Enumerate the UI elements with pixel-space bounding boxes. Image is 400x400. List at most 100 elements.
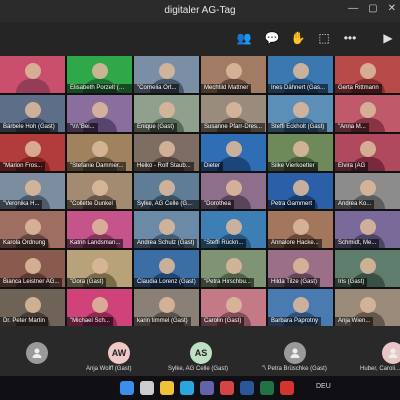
participant-name: Silke Vierkoetter xyxy=(268,161,318,171)
participant-name: "Marion Fros... xyxy=(0,161,46,171)
participant-tile[interactable]: "Collette Dunkel xyxy=(67,172,132,210)
participant-tile[interactable]: Petra Gammert xyxy=(268,172,333,210)
participant-tile[interactable]: Silke Vierkoetter xyxy=(268,133,333,171)
participant-face xyxy=(292,257,309,274)
participant-tile[interactable]: Katrin Landsman... xyxy=(67,211,132,249)
participant-tile[interactable]: Dieter xyxy=(201,133,266,171)
participant-name: "Anna M... xyxy=(335,122,369,132)
participant-face xyxy=(359,179,376,196)
participant-tile[interactable]: Carolin (Gast) xyxy=(201,289,266,326)
search-icon[interactable] xyxy=(140,381,154,395)
participant-tile[interactable]: Andrea Ko... xyxy=(335,172,400,210)
participant-name: "Stefanie Dammer... xyxy=(67,161,127,171)
person-icon xyxy=(284,342,306,364)
teams-icon[interactable] xyxy=(200,381,214,395)
participant-face xyxy=(292,296,309,313)
participant-face xyxy=(225,257,242,274)
start-icon[interactable] xyxy=(120,381,134,395)
participant-tile[interactable]: Karola Ordnung xyxy=(0,211,65,249)
participant-face xyxy=(24,141,41,158)
language-indicator[interactable]: DEU xyxy=(316,383,331,390)
participant-tile[interactable]: Susanne Pfarr-Dres... xyxy=(201,94,266,132)
participant-tile[interactable]: Claudia Lorenz (Gast) xyxy=(134,250,199,288)
bottom-participant-name: Anja Wolff (Gast) xyxy=(86,366,132,372)
participant-tile[interactable]: Sylke, AG Celle (Gast) xyxy=(134,172,199,210)
share-icon[interactable]: ⬚ xyxy=(314,28,334,48)
chat-icon[interactable]: 💬 xyxy=(262,28,282,48)
participant-tile[interactable]: Hilda Tilze (Gast) xyxy=(268,250,333,288)
participant-face xyxy=(359,63,376,80)
camera-icon[interactable]: ▶ xyxy=(378,28,398,48)
participant-bottom-row: AW Anja Wolff (Gast) AS Sylke, AG Celle (Ga… xyxy=(0,326,400,376)
participant-tile[interactable]: "\\\\"Bei... xyxy=(67,94,132,132)
participant-tile[interactable]: Elvira (AG xyxy=(335,133,400,171)
reactions-icon[interactable]: ✋ xyxy=(288,28,308,48)
participant-tile[interactable]: Barbara Paprotny xyxy=(268,289,333,326)
participant-name: Andrea Schulz (Gast) xyxy=(134,239,198,249)
participant-tile[interactable]: "Cornelia Ort... xyxy=(134,56,199,93)
participant-face xyxy=(24,179,41,196)
minimize-button[interactable]: — xyxy=(348,3,358,14)
bottom-participant[interactable]: "\ Petra Brüschke (Gast) xyxy=(262,330,327,374)
participant-name: Ines Dähnert (Gas... xyxy=(268,83,329,93)
participant-tile[interactable]: Schmidt, Me... xyxy=(335,211,400,249)
participant-tile[interactable]: Dr. Peter Martin xyxy=(0,289,65,326)
participant-tile[interactable]: "Michael Sch... xyxy=(67,289,132,326)
participant-name: "Veronika H... xyxy=(0,200,43,210)
participant-name: Susanne Pfarr-Dres... xyxy=(201,122,266,132)
participant-tile[interactable]: Anja Wien... xyxy=(335,289,400,326)
participant-tile[interactable]: Iris (Gast) xyxy=(335,250,400,288)
word-icon[interactable] xyxy=(240,381,254,395)
participant-tile[interactable]: Elisabeth Porzelt (Gast) xyxy=(67,56,132,93)
bottom-participant[interactable]: AW Anja Wolff (Gast) xyxy=(86,330,150,374)
participant-tile[interactable]: "Anna M... xyxy=(335,94,400,132)
participant-tile[interactable]: "Veronika H... xyxy=(0,172,65,210)
more-icon[interactable]: ••• xyxy=(340,28,360,48)
participant-face xyxy=(292,218,309,235)
participant-face xyxy=(158,296,175,313)
participant-name: Barbara Paprotny xyxy=(268,317,322,326)
participant-tile[interactable]: Andrea Schulz (Gast) xyxy=(134,211,199,249)
participant-name: "Petra Hirschbu... xyxy=(201,278,254,288)
participant-tile[interactable] xyxy=(0,56,65,93)
participant-tile[interactable]: Ines Dähnert (Gas... xyxy=(268,56,333,93)
person-icon xyxy=(382,342,400,364)
participant-tile[interactable]: Bärbele Hoh (Gast) xyxy=(0,94,65,132)
participant-tile[interactable]: Bianca Leistner AG... xyxy=(0,250,65,288)
participant-tile[interactable]: Enique (Gast) xyxy=(134,94,199,132)
participant-face xyxy=(158,102,175,119)
participant-face xyxy=(158,179,175,196)
participant-tile[interactable]: Steffi Eckholt (Gast) xyxy=(268,94,333,132)
people-icon[interactable]: 👥 xyxy=(234,28,254,48)
participant-tile[interactable]: "Petra Hirschbu... xyxy=(201,250,266,288)
maximize-button[interactable]: ▢ xyxy=(368,3,377,14)
participant-name: Karola Ordnung xyxy=(0,239,49,249)
browser-icon[interactable] xyxy=(180,381,194,395)
bottom-participant[interactable]: Huber, Caroli... xyxy=(360,330,400,374)
bottom-participant[interactable] xyxy=(4,330,68,374)
participant-tile[interactable]: "Dora (Gast) xyxy=(67,250,132,288)
participant-name: Steffi Eckholt (Gast) xyxy=(268,122,328,132)
participant-tile[interactable]: karin timmel (Gast) xyxy=(134,289,199,326)
participant-tile[interactable]: "Marion Fros... xyxy=(0,133,65,171)
participant-name: Dr. Peter Martin xyxy=(0,317,49,326)
excel-icon[interactable] xyxy=(260,381,274,395)
close-button[interactable]: ✕ xyxy=(388,3,396,14)
participant-tile[interactable]: "Dorothea xyxy=(201,172,266,210)
participant-tile[interactable]: Heiko - Rolf Staub... xyxy=(134,133,199,171)
avatar-initials: AS xyxy=(190,342,212,364)
participant-name: Enique (Gast) xyxy=(134,122,178,132)
participant-tile[interactable]: Annalore Hacke... xyxy=(268,211,333,249)
pdf-icon[interactable] xyxy=(280,381,294,395)
participant-tile[interactable]: "Stefanie Dammer... xyxy=(67,133,132,171)
participant-face xyxy=(91,179,108,196)
mail-icon[interactable] xyxy=(220,381,234,395)
participant-name: Sylke, AG Celle (Gast) xyxy=(134,200,199,210)
files-icon[interactable] xyxy=(160,381,174,395)
participant-name: Heiko - Rolf Staub... xyxy=(134,161,194,171)
participant-tile[interactable]: Gerta Rittmann xyxy=(335,56,400,93)
participant-tile[interactable]: Mechtild Mattner xyxy=(201,56,266,93)
participant-face xyxy=(91,218,108,235)
bottom-participant[interactable]: AS Sylke, AG Celle (Gast) xyxy=(168,330,232,374)
participant-tile[interactable]: "Steffi Rückn... xyxy=(201,211,266,249)
